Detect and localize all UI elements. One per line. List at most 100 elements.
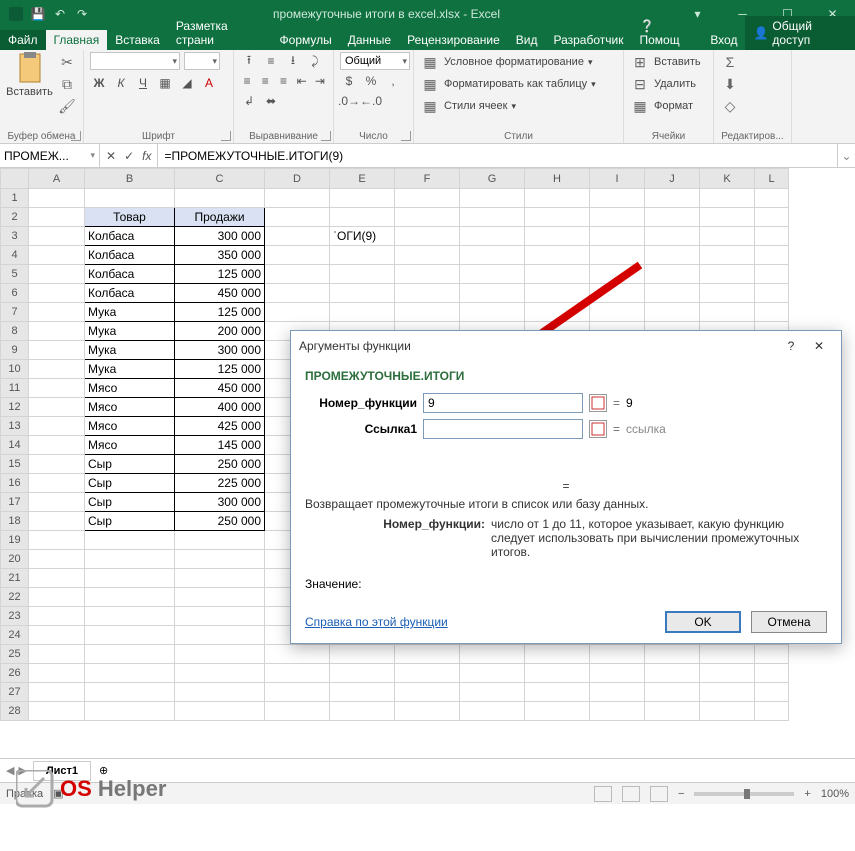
cell-I26[interactable] bbox=[590, 664, 645, 683]
cell-C2[interactable]: Продажи bbox=[175, 208, 265, 227]
clipboard-launcher[interactable] bbox=[71, 131, 81, 141]
row-header-22[interactable]: 22 bbox=[1, 588, 29, 607]
cell-L27[interactable] bbox=[755, 683, 789, 702]
zoom-slider[interactable] bbox=[694, 792, 794, 796]
cell-J3[interactable] bbox=[645, 227, 700, 246]
cell-K1[interactable] bbox=[700, 189, 755, 208]
cell-B16[interactable]: Сыр bbox=[85, 474, 175, 493]
cell-I5[interactable] bbox=[590, 265, 645, 284]
align-top-icon[interactable]: ⭱ bbox=[240, 52, 258, 70]
cell-J26[interactable] bbox=[645, 664, 700, 683]
cell-B12[interactable]: Мясо bbox=[85, 398, 175, 417]
cell-D2[interactable] bbox=[265, 208, 330, 227]
cell-B11[interactable]: Мясо bbox=[85, 379, 175, 398]
save-icon[interactable]: 💾 bbox=[30, 6, 46, 22]
cell-A27[interactable] bbox=[29, 683, 85, 702]
cell-L2[interactable] bbox=[755, 208, 789, 227]
cell-L6[interactable] bbox=[755, 284, 789, 303]
underline-button[interactable]: Ч bbox=[134, 74, 152, 92]
cell-I27[interactable] bbox=[590, 683, 645, 702]
cell-C27[interactable] bbox=[175, 683, 265, 702]
cell-J7[interactable] bbox=[645, 303, 700, 322]
format-as-table-button[interactable]: ▦Форматировать как таблицу▾ bbox=[420, 74, 617, 94]
number-format-dropdown[interactable]: Общий bbox=[340, 52, 410, 70]
cell-A4[interactable] bbox=[29, 246, 85, 265]
cell-C19[interactable] bbox=[175, 531, 265, 550]
cell-K5[interactable] bbox=[700, 265, 755, 284]
row-header-6[interactable]: 6 bbox=[1, 284, 29, 303]
cell-H6[interactable] bbox=[525, 284, 590, 303]
cell-K25[interactable] bbox=[700, 645, 755, 664]
cell-E1[interactable] bbox=[330, 189, 395, 208]
font-size[interactable] bbox=[184, 52, 220, 70]
cell-K7[interactable] bbox=[700, 303, 755, 322]
arg1-input[interactable] bbox=[423, 393, 583, 413]
cell-E7[interactable] bbox=[330, 303, 395, 322]
cell-K4[interactable] bbox=[700, 246, 755, 265]
cell-C3[interactable]: 300 000 bbox=[175, 227, 265, 246]
cell-B26[interactable] bbox=[85, 664, 175, 683]
cell-K28[interactable] bbox=[700, 702, 755, 721]
cell-G28[interactable] bbox=[460, 702, 525, 721]
cell-E4[interactable] bbox=[330, 246, 395, 265]
cell-F6[interactable] bbox=[395, 284, 460, 303]
cell-J28[interactable] bbox=[645, 702, 700, 721]
cell-A25[interactable] bbox=[29, 645, 85, 664]
cell-F2[interactable] bbox=[395, 208, 460, 227]
row-header-25[interactable]: 25 bbox=[1, 645, 29, 664]
fill-icon[interactable]: ⬇ bbox=[720, 74, 740, 94]
row-header-26[interactable]: 26 bbox=[1, 664, 29, 683]
cell-H2[interactable] bbox=[525, 208, 590, 227]
cell-F5[interactable] bbox=[395, 265, 460, 284]
cell-J2[interactable] bbox=[645, 208, 700, 227]
cell-B15[interactable]: Сыр bbox=[85, 455, 175, 474]
row-header-18[interactable]: 18 bbox=[1, 512, 29, 531]
cell-I2[interactable] bbox=[590, 208, 645, 227]
cell-H1[interactable] bbox=[525, 189, 590, 208]
cell-C1[interactable] bbox=[175, 189, 265, 208]
row-header-9[interactable]: 9 bbox=[1, 341, 29, 360]
col-header-I[interactable]: I bbox=[590, 169, 645, 189]
conditional-formatting-button[interactable]: ▦Условное форматирование▾ bbox=[420, 52, 617, 72]
col-header-J[interactable]: J bbox=[645, 169, 700, 189]
cell-E6[interactable] bbox=[330, 284, 395, 303]
cell-E5[interactable] bbox=[330, 265, 395, 284]
cell-A2[interactable] bbox=[29, 208, 85, 227]
font-name[interactable] bbox=[90, 52, 180, 70]
redo-icon[interactable]: ↷ bbox=[74, 6, 90, 22]
align-center-icon[interactable]: ≡ bbox=[258, 72, 272, 90]
cells-delete-button[interactable]: ⊟Удалить bbox=[630, 74, 707, 94]
cell-styles-button[interactable]: ▦Стили ячеек▾ bbox=[420, 96, 617, 116]
cell-G7[interactable] bbox=[460, 303, 525, 322]
cell-E26[interactable] bbox=[330, 664, 395, 683]
cell-C18[interactable]: 250 000 bbox=[175, 512, 265, 531]
row-header-20[interactable]: 20 bbox=[1, 550, 29, 569]
col-header-K[interactable]: K bbox=[700, 169, 755, 189]
cell-A26[interactable] bbox=[29, 664, 85, 683]
cell-G4[interactable] bbox=[460, 246, 525, 265]
percent-icon[interactable]: % bbox=[362, 72, 380, 90]
cell-F27[interactable] bbox=[395, 683, 460, 702]
cell-H5[interactable] bbox=[525, 265, 590, 284]
cell-B27[interactable] bbox=[85, 683, 175, 702]
cell-I28[interactable] bbox=[590, 702, 645, 721]
align-middle-icon[interactable]: ≡ bbox=[262, 52, 280, 70]
cell-A18[interactable] bbox=[29, 512, 85, 531]
cell-A1[interactable] bbox=[29, 189, 85, 208]
cell-C9[interactable]: 300 000 bbox=[175, 341, 265, 360]
cell-C6[interactable]: 450 000 bbox=[175, 284, 265, 303]
cell-E27[interactable] bbox=[330, 683, 395, 702]
cell-C16[interactable]: 225 000 bbox=[175, 474, 265, 493]
cell-B28[interactable] bbox=[85, 702, 175, 721]
cell-D27[interactable] bbox=[265, 683, 330, 702]
row-header-19[interactable]: 19 bbox=[1, 531, 29, 550]
alignment-launcher[interactable] bbox=[321, 131, 331, 141]
dialog-cancel-button[interactable]: Отмена bbox=[751, 611, 827, 633]
cell-L1[interactable] bbox=[755, 189, 789, 208]
cell-B14[interactable]: Мясо bbox=[85, 436, 175, 455]
cell-I1[interactable] bbox=[590, 189, 645, 208]
cell-B21[interactable] bbox=[85, 569, 175, 588]
col-header-A[interactable]: A bbox=[29, 169, 85, 189]
cell-C23[interactable] bbox=[175, 607, 265, 626]
arg1-ref-button[interactable] bbox=[589, 394, 607, 412]
